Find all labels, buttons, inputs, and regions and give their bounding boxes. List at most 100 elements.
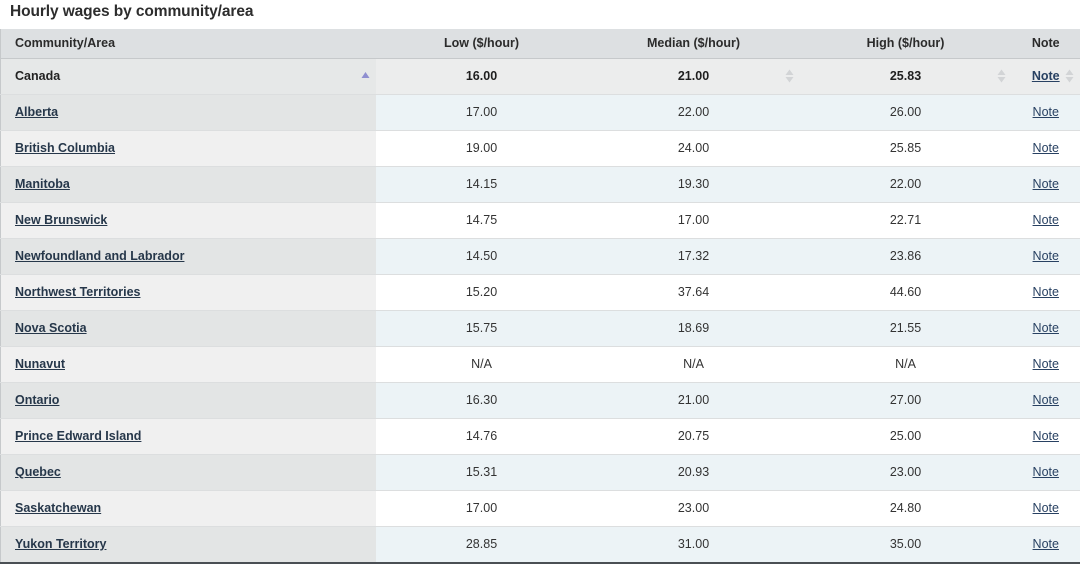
community-area-link[interactable]: British Columbia (15, 141, 115, 155)
high-value: 23.00 (890, 465, 921, 479)
cell-median: 23.00 (588, 490, 800, 526)
median-value: 17.00 (678, 213, 709, 227)
note-link[interactable]: Note (1032, 69, 1060, 83)
wage-table-page: Hourly wages by community/area Community… (0, 0, 1080, 564)
table-body: Canada16.0021.0025.83NoteAlberta17.0022.… (1, 58, 1080, 563)
low-value: N/A (471, 357, 492, 371)
community-area-link[interactable]: Nunavut (15, 357, 65, 371)
cell-community-area: Ontario (1, 382, 376, 418)
cell-community-area: Nova Scotia (1, 310, 376, 346)
community-area-link[interactable]: Yukon Territory (15, 537, 106, 551)
high-value: N/A (895, 357, 916, 371)
cell-note: Note (1012, 310, 1080, 346)
community-area-link[interactable]: Nova Scotia (15, 321, 87, 335)
sort-ascending-icon[interactable] (361, 69, 370, 83)
cell-low: 14.75 (376, 202, 588, 238)
note-link[interactable]: Note (1033, 501, 1059, 515)
community-area-link[interactable]: Quebec (15, 465, 61, 479)
column-header-high[interactable]: High ($/hour) (800, 29, 1012, 59)
median-value: 24.00 (678, 141, 709, 155)
sort-unsorted-icon[interactable] (785, 69, 794, 83)
cell-community-area: British Columbia (1, 130, 376, 166)
high-value: 22.00 (890, 177, 921, 191)
note-link[interactable]: Note (1033, 357, 1059, 371)
median-value: 18.69 (678, 321, 709, 335)
column-header-area[interactable]: Community/Area (1, 29, 376, 59)
high-value: 44.60 (890, 285, 921, 299)
table-row: Nova Scotia 15.75 18.69 21.55 Note (1, 310, 1080, 346)
high-value: 21.55 (890, 321, 921, 335)
cell-low: 14.50 (376, 238, 588, 274)
note-link[interactable]: Note (1033, 105, 1059, 119)
column-header-note[interactable]: Note (1012, 29, 1080, 59)
low-value: 15.75 (466, 321, 497, 335)
note-link[interactable]: Note (1033, 321, 1059, 335)
cell-high: 22.00 (800, 166, 1012, 202)
sort-unsorted-icon[interactable] (997, 69, 1006, 83)
cell-high: 21.55 (800, 310, 1012, 346)
median-value: 21.00 (678, 69, 709, 83)
cell-low: 15.75 (376, 310, 588, 346)
cell-median: 19.30 (588, 166, 800, 202)
cell-community-area: Quebec (1, 454, 376, 490)
cell-high: 44.60 (800, 274, 1012, 310)
note-link[interactable]: Note (1033, 141, 1059, 155)
column-header-median[interactable]: Median ($/hour) (588, 29, 800, 59)
high-value: 25.00 (890, 429, 921, 443)
high-value: 24.80 (890, 501, 921, 515)
median-value: 23.00 (678, 501, 709, 515)
table-row: Alberta17.0022.0026.00Note (1, 94, 1080, 130)
note-link[interactable]: Note (1033, 213, 1059, 227)
community-area-link[interactable]: Prince Edward Island (15, 429, 141, 443)
column-header-low[interactable]: Low ($/hour) (376, 29, 588, 59)
hourly-wages-table: Community/Area Low ($/hour) Median ($/ho… (0, 29, 1080, 564)
cell-low: 16.30 (376, 382, 588, 418)
table-row: Manitoba14.1519.3022.00Note (1, 166, 1080, 202)
cell-community-area: Yukon Territory (1, 526, 376, 563)
cell-median: 20.93 (588, 454, 800, 490)
cell-median: 17.00 (588, 202, 800, 238)
community-area-link[interactable]: Alberta (15, 105, 58, 119)
community-area-link[interactable]: Northwest Territories (15, 285, 141, 299)
median-value: 17.32 (678, 249, 709, 263)
note-link[interactable]: Note (1033, 429, 1059, 443)
note-link[interactable]: Note (1033, 537, 1059, 551)
cell-median: 18.69 (588, 310, 800, 346)
cell-median: 24.00 (588, 130, 800, 166)
note-link[interactable]: Note (1033, 249, 1059, 263)
low-value: 16.30 (466, 393, 497, 407)
page-title: Hourly wages by community/area (0, 0, 1080, 29)
high-value: 23.86 (890, 249, 921, 263)
community-area-link[interactable]: Ontario (15, 393, 59, 407)
sort-unsorted-icon[interactable] (1065, 69, 1074, 83)
community-area-link[interactable]: New Brunswick (15, 213, 107, 227)
community-area-link[interactable]: Manitoba (15, 177, 70, 191)
note-link[interactable]: Note (1033, 285, 1059, 299)
cell-high: 27.00 (800, 382, 1012, 418)
note-link[interactable]: Note (1033, 177, 1059, 191)
community-area-link[interactable]: Saskatchewan (15, 501, 101, 515)
high-value: 35.00 (890, 537, 921, 551)
cell-community-area: Northwest Territories (1, 274, 376, 310)
table-row: Nunavut N/A N/A N/A Note (1, 346, 1080, 382)
median-value: 20.93 (678, 465, 709, 479)
cell-community-area: Saskatchewan (1, 490, 376, 526)
median-value: N/A (683, 357, 704, 371)
note-link[interactable]: Note (1033, 465, 1059, 479)
cell-median: 31.00 (588, 526, 800, 563)
cell-note: Note (1012, 58, 1080, 94)
table-row: Saskatchewan 17.00 23.00 24.80 Note (1, 490, 1080, 526)
note-link[interactable]: Note (1033, 393, 1059, 407)
cell-median: 37.64 (588, 274, 800, 310)
cell-median: 21.00 (588, 382, 800, 418)
cell-note: Note (1012, 94, 1080, 130)
cell-median: 17.32 (588, 238, 800, 274)
low-value: 14.50 (466, 249, 497, 263)
cell-high: 22.71 (800, 202, 1012, 238)
cell-high: 23.00 (800, 454, 1012, 490)
cell-low: 28.85 (376, 526, 588, 563)
low-value: 17.00 (466, 501, 497, 515)
cell-community-area: Alberta (1, 94, 376, 130)
community-area-link[interactable]: Newfoundland and Labrador (15, 249, 184, 263)
table-row: Prince Edward Island14.7620.7525.00Note (1, 418, 1080, 454)
